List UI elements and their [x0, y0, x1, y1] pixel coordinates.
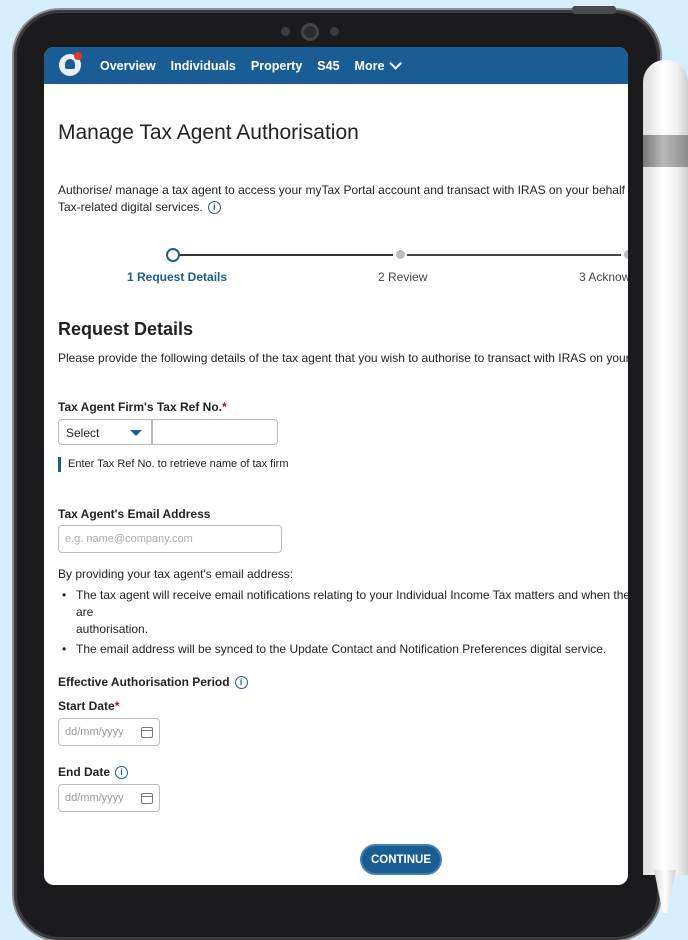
end-date-input[interactable]: dd/mm/yyyy — [58, 784, 160, 812]
email-bullet-list: The tax agent will receive email notific… — [58, 587, 628, 661]
notification-badge — [74, 52, 82, 60]
tax-ref-type-select[interactable]: Select — [58, 419, 152, 445]
start-date-placeholder: dd/mm/yyyy — [65, 726, 124, 738]
stepper-connector — [179, 254, 393, 256]
bullet-text: The tax agent will receive email notific… — [76, 588, 628, 619]
calendar-icon[interactable] — [141, 792, 153, 804]
step-2-indicator — [396, 250, 405, 259]
email-note: By providing your tax agent's email addr… — [58, 567, 294, 581]
continue-button[interactable]: CONTINUE — [362, 846, 440, 873]
email-input[interactable] — [58, 525, 282, 553]
tax-ref-label-text: Tax Agent Firm's Tax Ref No. — [58, 400, 222, 414]
list-item: The tax agent will receive email notific… — [58, 587, 628, 638]
step-3-indicator — [624, 250, 628, 259]
nav-item-overview[interactable]: Overview — [100, 59, 156, 73]
nav-item-property[interactable]: Property — [251, 59, 302, 73]
tablet-screen: Overview Individuals Property S45 More M… — [44, 47, 628, 885]
sensor-dot — [281, 27, 290, 36]
intro-line-2-text: Tax-related digital services. — [58, 200, 203, 214]
authorisation-period-label: Effective Authorisation Period i — [58, 675, 248, 690]
caret-down-icon — [130, 430, 142, 436]
tax-ref-type-value: Select — [66, 426, 100, 440]
step-1-label: 1 Request Details — [127, 270, 228, 284]
start-date-label-text: Start Date — [58, 699, 115, 713]
info-icon[interactable]: i — [207, 201, 221, 215]
intro-line-1: Authorise/ manage a tax agent to access … — [58, 183, 628, 197]
start-date-input[interactable]: dd/mm/yyyy — [58, 718, 160, 746]
nav-menu: Overview Individuals Property S45 More — [100, 47, 403, 84]
list-item: The email address will be synced to the … — [58, 641, 628, 658]
sensor-dot — [330, 27, 339, 36]
intro-text: Authorise/ manage a tax agent to access … — [58, 182, 628, 216]
top-navigation-bar: Overview Individuals Property S45 More — [44, 47, 628, 84]
front-camera — [301, 23, 319, 41]
step-1-active-indicator — [166, 248, 180, 262]
section-description: Please provide the following details of … — [58, 351, 628, 365]
stepper-connector — [407, 254, 621, 256]
chevron-down-icon — [389, 56, 403, 70]
nav-item-more[interactable]: More — [354, 56, 403, 73]
end-date-placeholder: dd/mm/yyyy — [65, 792, 124, 804]
step-3-label: 3 Acknow — [579, 270, 628, 284]
page-title: Manage Tax Agent Authorisation — [58, 121, 359, 144]
tax-ref-hint: Enter Tax Ref No. to retrieve name of ta… — [58, 457, 289, 472]
tax-ref-number-input[interactable] — [152, 419, 278, 445]
info-icon[interactable]: i — [234, 676, 248, 690]
required-marker: * — [222, 400, 227, 414]
nav-item-s45[interactable]: S45 — [317, 59, 339, 73]
info-icon[interactable]: i — [115, 766, 129, 780]
email-label: Tax Agent's Email Address — [58, 507, 211, 521]
start-date-label: Start Date* — [58, 699, 119, 713]
bullet-text-continuation: authorisation. — [76, 622, 149, 636]
authorisation-period-text: Effective Authorisation Period — [58, 675, 230, 689]
tablet-power-button — [572, 6, 616, 14]
nav-more-label: More — [354, 58, 385, 73]
stylus-pencil — [643, 60, 688, 875]
step-2-label: 2 Review — [378, 270, 428, 284]
end-date-label-text: End Date — [58, 765, 111, 779]
tax-ref-label: Tax Agent Firm's Tax Ref No.* — [58, 400, 227, 414]
section-title: Request Details — [58, 319, 194, 339]
end-date-label: End Date i — [58, 765, 129, 780]
intro-line-2: Tax-related digital services. i — [58, 199, 628, 216]
calendar-icon[interactable] — [141, 726, 153, 738]
stylus-band — [643, 135, 688, 167]
required-marker: * — [114, 699, 120, 713]
bell-icon — [65, 59, 75, 69]
nav-item-individuals[interactable]: Individuals — [171, 59, 236, 73]
